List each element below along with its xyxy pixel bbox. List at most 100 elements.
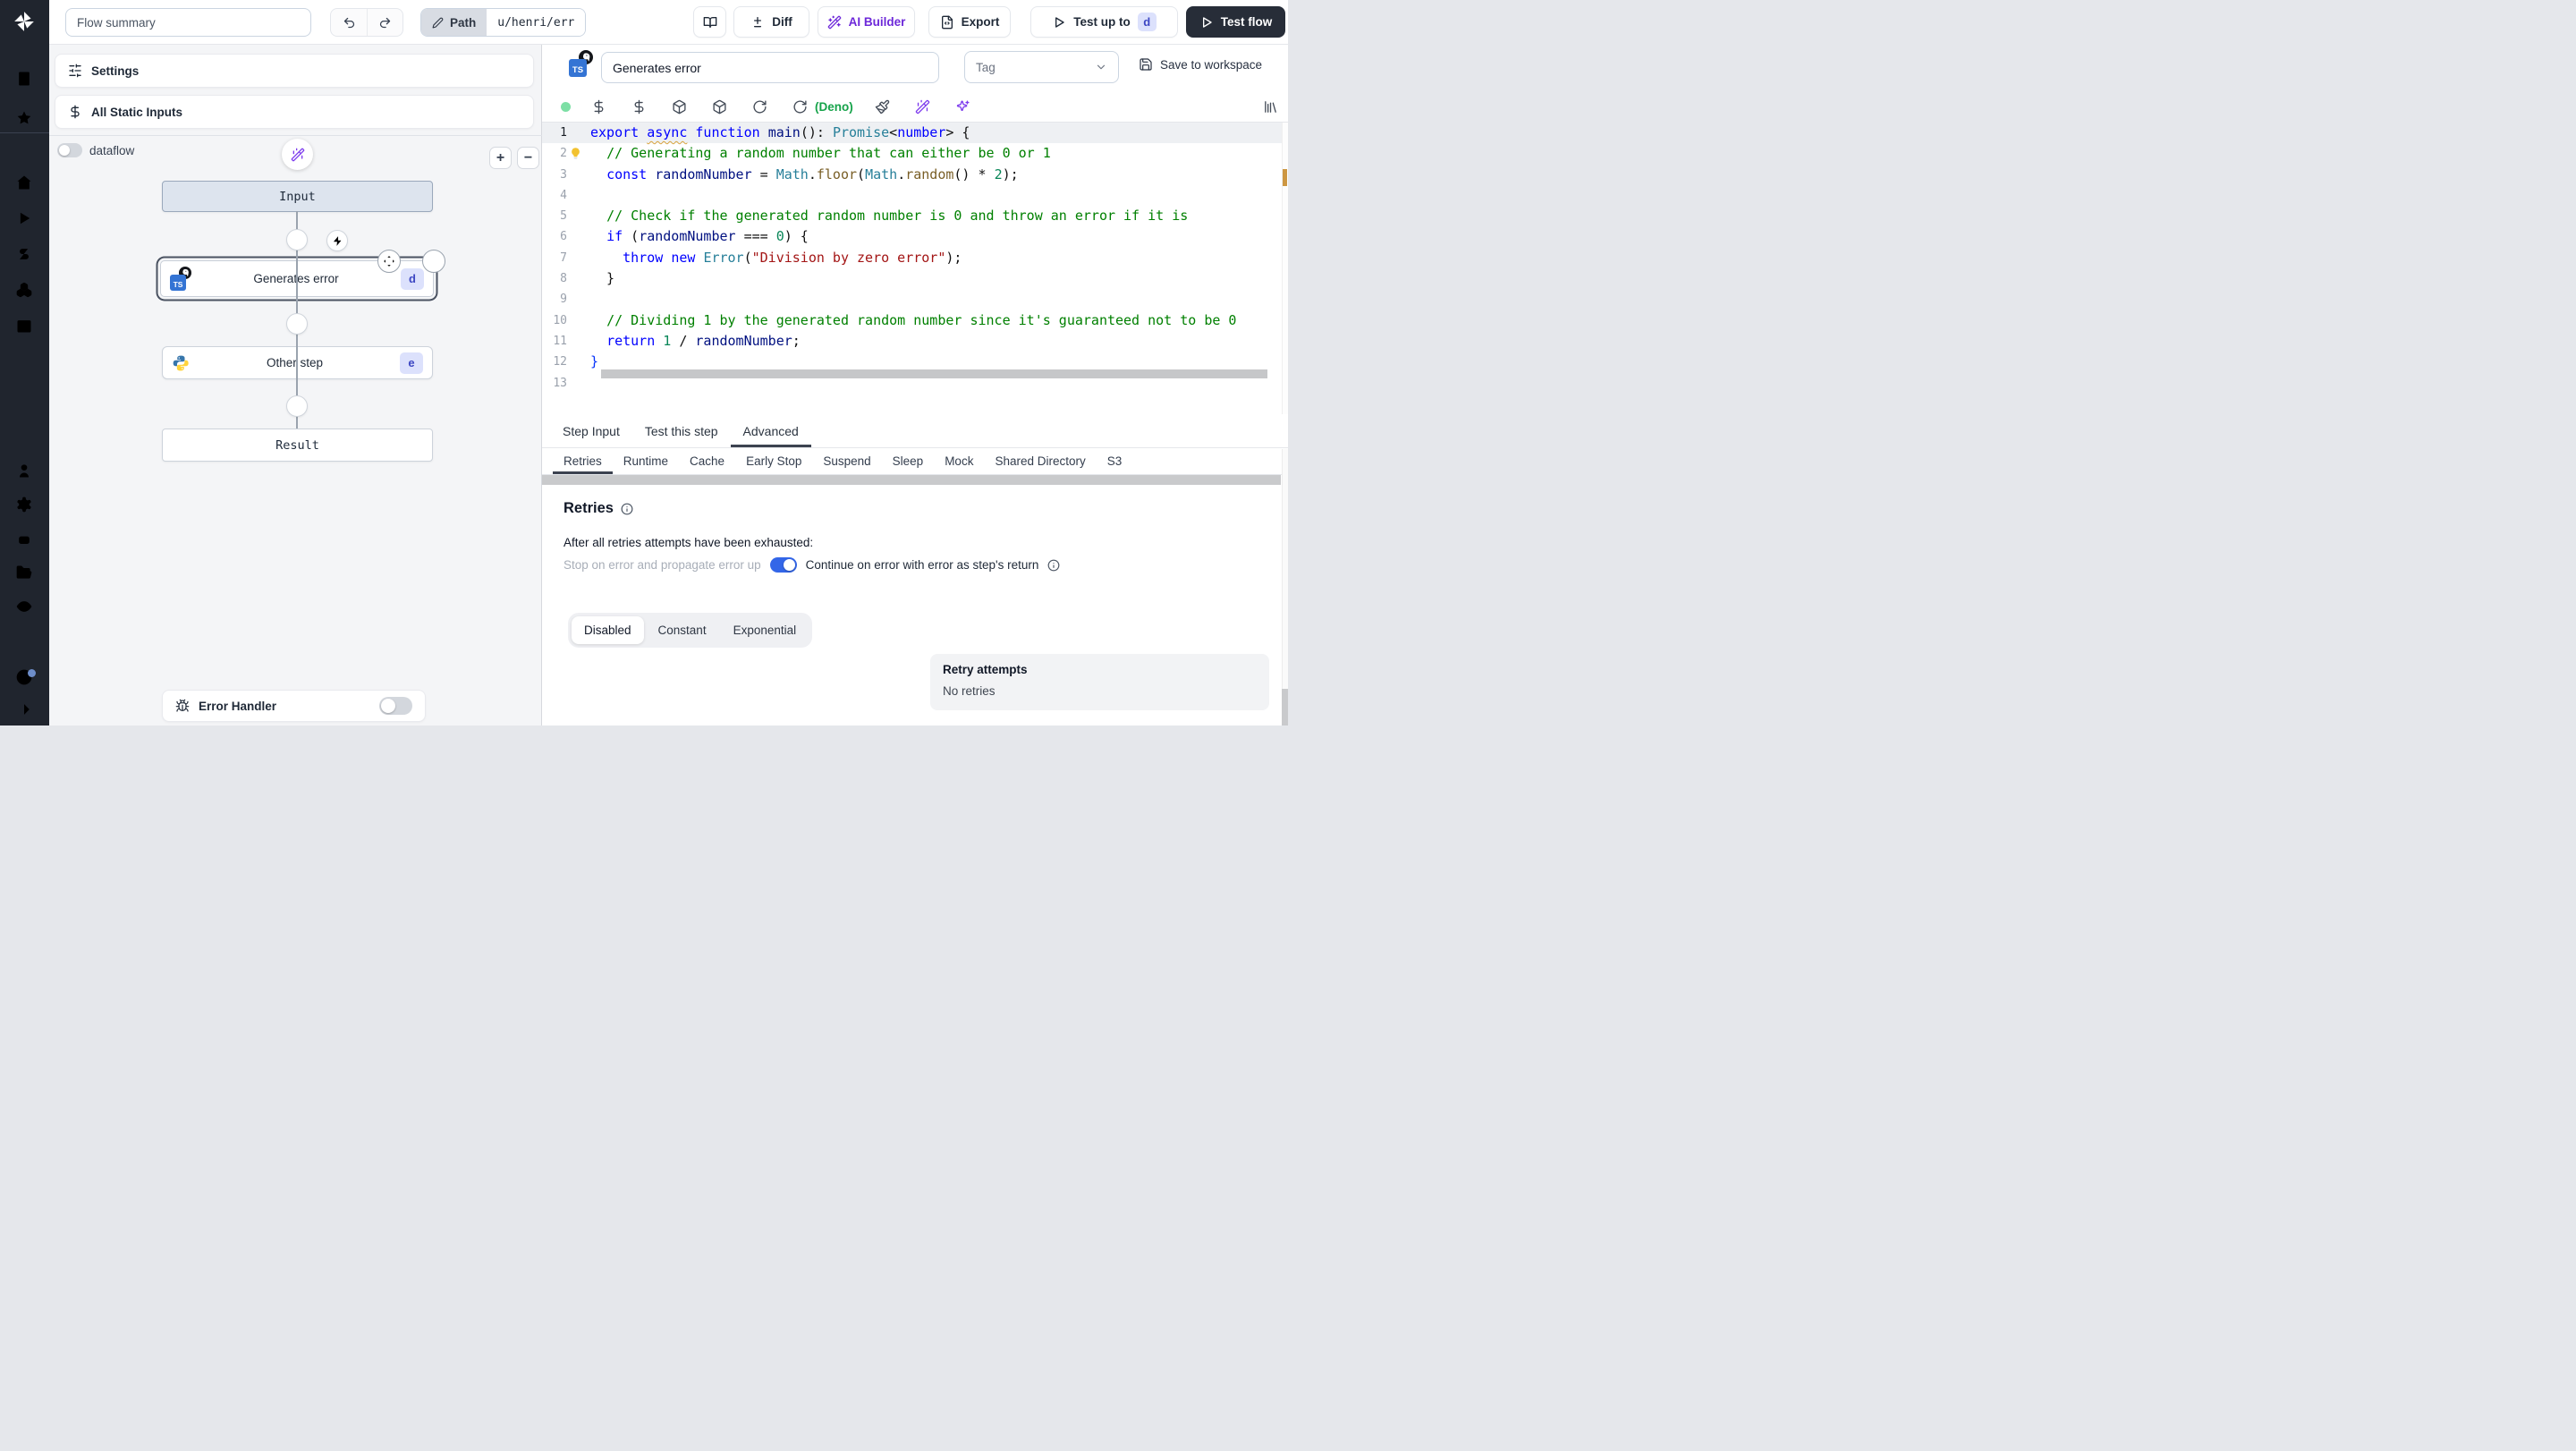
dataflow-toggle[interactable] [57, 143, 82, 157]
editor-horizontal-scrollbar[interactable] [601, 369, 1267, 378]
folders-icon[interactable] [15, 564, 35, 583]
vars-dollar-icon[interactable] [631, 99, 647, 115]
settings-gear-icon[interactable] [15, 496, 35, 515]
retry-mode-exponential[interactable]: Exponential [721, 616, 809, 644]
test-flow-button[interactable]: Test flow [1186, 6, 1285, 38]
flow-summary-input[interactable] [65, 8, 311, 37]
save-to-workspace-button[interactable]: Save to workspace [1139, 57, 1262, 72]
home-icon[interactable] [15, 174, 35, 193]
reload-icon[interactable] [752, 99, 767, 115]
line-number: 8 [560, 272, 567, 286]
path-value: u/henri/err [487, 9, 586, 36]
save-icon [1139, 57, 1153, 72]
ai-wand-icon[interactable] [915, 99, 930, 115]
zoom-in-button[interactable]: + [489, 147, 512, 169]
package-icon[interactable] [712, 99, 727, 115]
code-text: } [590, 353, 599, 370]
runtime-label[interactable]: (Deno) [815, 100, 853, 114]
expand-sidebar-arrow-icon[interactable] [15, 700, 35, 720]
schedules-calendar-icon[interactable] [15, 317, 35, 336]
panel-scrollbar-track[interactable] [1282, 449, 1288, 726]
info-icon[interactable] [1047, 559, 1060, 572]
resources-boxes-icon[interactable] [15, 281, 35, 301]
tab-step-input[interactable]: Step Input [550, 414, 632, 447]
code-text: return 1 / randomNumber; [606, 332, 801, 349]
workers-bot-icon[interactable] [15, 530, 35, 550]
code-line-4: 4 [542, 185, 1288, 206]
audit-eye-icon[interactable] [15, 598, 35, 617]
code-line-8: 8 } [542, 268, 1288, 289]
panel-scrollbar-thumb[interactable] [1282, 689, 1288, 726]
move-step-button[interactable] [377, 250, 401, 273]
trigger-zap-button[interactable] [326, 230, 348, 251]
result-node-label: Result [275, 437, 319, 453]
error-behavior-row: Stop on error and propagate error up Con… [564, 557, 1060, 573]
code-text: } [590, 270, 615, 287]
retry-mode-disabled[interactable]: Disabled [572, 616, 644, 644]
subtab-runtime[interactable]: Runtime [613, 448, 679, 474]
ai-builder-button[interactable]: AI Builder [818, 6, 915, 38]
line-number: 11 [553, 334, 567, 348]
tab-test-this-step[interactable]: Test this step [632, 414, 731, 447]
subtabs-horizontal-scrollbar[interactable] [542, 475, 1281, 485]
variables-dollar-icon[interactable] [15, 245, 35, 265]
step-tabs: Step Input Test this step Advanced [542, 414, 1288, 448]
tab-advanced[interactable]: Advanced [730, 414, 811, 447]
add-step-button-3[interactable] [286, 395, 308, 417]
continue-on-error-toggle[interactable] [769, 557, 797, 573]
subtab-s3[interactable]: S3 [1097, 448, 1133, 474]
add-step-button-2[interactable] [286, 313, 308, 335]
subtab-early-stop[interactable]: Early Stop [735, 448, 812, 474]
flow-input-node[interactable]: Input [162, 181, 433, 212]
subtab-suspend[interactable]: Suspend [812, 448, 881, 474]
ai-flow-wand-button[interactable] [282, 139, 313, 170]
workspace-icon[interactable] [15, 70, 35, 89]
subtab-cache[interactable]: Cache [679, 448, 735, 474]
error-handler-toggle[interactable] [379, 697, 412, 715]
flow-step-node-other-step[interactable]: Other step e [162, 346, 433, 379]
favorites-star-icon[interactable] [15, 109, 35, 129]
path-button[interactable]: Path u/henri/err [420, 8, 587, 37]
lightbulb-icon[interactable] [569, 147, 582, 160]
step-name-input[interactable] [601, 52, 939, 83]
tag-select[interactable]: Tag [964, 51, 1119, 83]
info-icon[interactable] [621, 503, 633, 515]
package-icon[interactable] [672, 99, 687, 115]
reset-icon[interactable] [792, 99, 808, 115]
bug-icon [175, 699, 190, 713]
subtab-retries[interactable]: Retries [553, 448, 613, 474]
warning-marker [1283, 169, 1287, 186]
flow-result-node[interactable]: Result [162, 429, 433, 462]
test-args-dollar-icon[interactable] [591, 99, 606, 115]
undo-button[interactable] [331, 9, 367, 36]
user-icon[interactable] [15, 462, 35, 481]
redo-button[interactable] [367, 9, 402, 36]
add-step-button-1[interactable] [286, 229, 308, 250]
code-line-5: 5 // Check if the generated random numbe… [542, 206, 1288, 226]
subtab-shared-directory[interactable]: Shared Directory [984, 448, 1096, 474]
runs-play-icon[interactable] [15, 209, 35, 229]
subtab-sleep[interactable]: Sleep [882, 448, 935, 474]
library-panel-icon[interactable] [1263, 99, 1278, 115]
diff-button[interactable]: Diff [733, 6, 809, 38]
all-static-inputs-button[interactable]: All Static Inputs [55, 95, 534, 129]
flow-settings-button[interactable]: Settings [55, 54, 534, 88]
docs-button[interactable] [693, 6, 726, 38]
zoom-out-button[interactable]: − [517, 147, 539, 169]
dataflow-label: dataflow [89, 144, 135, 157]
windmill-logo-icon[interactable] [13, 10, 38, 35]
line-number: 13 [553, 376, 567, 390]
delete-step-button[interactable] [422, 250, 445, 273]
line-number: 10 [553, 313, 567, 327]
subtab-mock[interactable]: Mock [934, 448, 984, 474]
panel-divider [49, 135, 542, 136]
code-line-1: 1 export async function main(): Promise<n… [542, 123, 1288, 144]
ai-sparkles-icon[interactable] [955, 99, 970, 115]
format-brush-icon[interactable] [875, 99, 890, 115]
ts-badge: TS [569, 59, 587, 77]
export-button[interactable]: Export [928, 6, 1011, 38]
error-handler-row[interactable]: Error Handler [162, 690, 426, 722]
retry-mode-constant[interactable]: Constant [646, 616, 719, 644]
test-up-to-button[interactable]: Test up to d [1030, 6, 1178, 38]
